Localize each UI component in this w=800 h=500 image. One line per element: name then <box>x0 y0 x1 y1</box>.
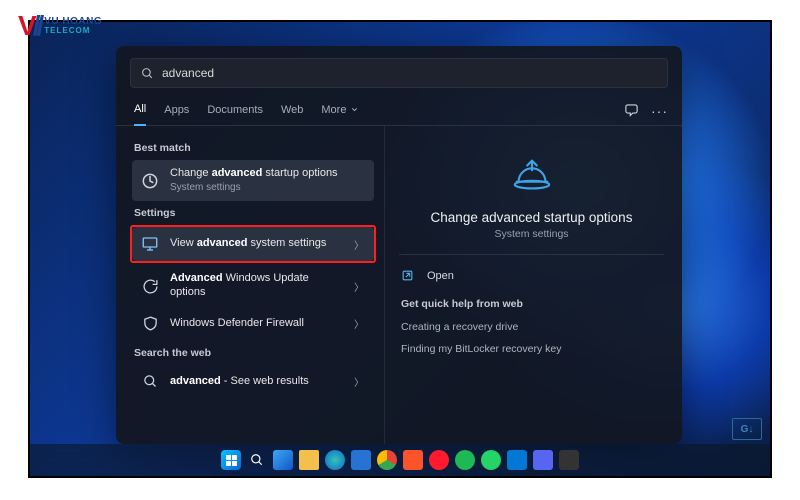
taskbar-opera-icon[interactable] <box>429 450 449 470</box>
tab-all[interactable]: All <box>134 96 146 126</box>
watermark-badge: G↓ <box>732 418 762 440</box>
brand-logo-mark: V// <box>18 10 40 42</box>
detail-startup-icon <box>508 152 556 200</box>
results-column: Best match Change advanced startup optio… <box>116 126 384 444</box>
help-link[interactable]: Creating a recovery drive <box>399 316 664 338</box>
result-search-web[interactable]: advanced - See web results 〉 <box>132 365 374 399</box>
result-best-match[interactable]: Change advanced startup options System s… <box>132 160 374 201</box>
result-title: Change advanced startup options <box>170 167 366 181</box>
result-title: Advanced Windows Update options <box>170 272 344 300</box>
search-tabs: All Apps Documents Web More ··· <box>116 96 682 126</box>
search-bar[interactable] <box>130 58 668 88</box>
tab-more-label: More <box>321 104 346 116</box>
help-section-label: Get quick help from web <box>401 298 662 310</box>
taskbar-terminal-icon[interactable] <box>559 450 579 470</box>
tab-more[interactable]: More <box>321 97 359 125</box>
chevron-down-icon <box>350 105 359 114</box>
tab-web[interactable]: Web <box>281 97 303 125</box>
brand-logo: V// VU HOANG TELECOM <box>18 10 102 42</box>
result-subtitle: System settings <box>170 182 366 195</box>
taskbar-brave-icon[interactable] <box>403 450 423 470</box>
taskbar-discord-icon[interactable] <box>533 450 553 470</box>
more-options-icon[interactable]: ··· <box>651 103 668 119</box>
search-icon <box>140 372 160 392</box>
help-link[interactable]: Finding my BitLocker recovery key <box>399 338 664 360</box>
taskbar-chrome-icon[interactable] <box>377 450 397 470</box>
divider <box>399 254 664 255</box>
chevron-right-icon: 〉 <box>354 374 366 389</box>
best-match-label: Best match <box>134 142 372 154</box>
result-title: View advanced system settings <box>170 237 344 251</box>
result-advanced-windows-update[interactable]: Advanced Windows Update options 〉 <box>132 265 374 307</box>
taskbar-search-icon[interactable] <box>247 450 267 470</box>
search-web-label: Search the web <box>134 347 372 359</box>
monitor-icon <box>140 234 160 254</box>
feedback-icon[interactable] <box>624 103 639 118</box>
chevron-right-icon: 〉 <box>354 279 366 294</box>
detail-title: Change advanced startup options <box>399 210 664 225</box>
taskbar-explorer-icon[interactable] <box>299 450 319 470</box>
startup-options-icon <box>140 171 160 191</box>
action-open[interactable]: Open <box>399 263 664 288</box>
shield-icon <box>140 314 160 334</box>
result-view-advanced-system-settings[interactable]: View advanced system settings 〉 <box>132 227 374 261</box>
taskbar-spotify-icon[interactable] <box>455 450 475 470</box>
result-title: advanced - See web results <box>170 375 344 389</box>
taskbar-widgets-icon[interactable] <box>273 450 293 470</box>
open-icon <box>401 269 417 282</box>
result-windows-defender-firewall[interactable]: Windows Defender Firewall 〉 <box>132 307 374 341</box>
taskbar <box>30 444 770 476</box>
search-icon <box>141 67 154 80</box>
tab-apps[interactable]: Apps <box>164 97 189 125</box>
start-button[interactable] <box>221 450 241 470</box>
chevron-right-icon: 〉 <box>354 237 366 252</box>
taskbar-store-icon[interactable] <box>351 450 371 470</box>
brand-sub: TELECOM <box>44 27 102 35</box>
start-search-panel: All Apps Documents Web More ··· Best mat… <box>116 46 682 444</box>
taskbar-whatsapp-icon[interactable] <box>481 450 501 470</box>
highlight-annotation: View advanced system settings 〉 <box>130 225 376 263</box>
sync-icon <box>140 276 160 296</box>
settings-label: Settings <box>134 207 372 219</box>
screenshot-frame: All Apps Documents Web More ··· Best mat… <box>28 20 772 478</box>
detail-subtitle: System settings <box>399 228 664 240</box>
taskbar-edge-icon[interactable] <box>325 450 345 470</box>
result-title: Windows Defender Firewall <box>170 317 344 331</box>
tab-documents[interactable]: Documents <box>207 97 263 125</box>
taskbar-vscode-icon[interactable] <box>507 450 527 470</box>
detail-pane: Change advanced startup options System s… <box>384 126 682 444</box>
chevron-right-icon: 〉 <box>354 316 366 331</box>
action-open-label: Open <box>427 270 454 282</box>
search-input[interactable] <box>162 66 657 80</box>
